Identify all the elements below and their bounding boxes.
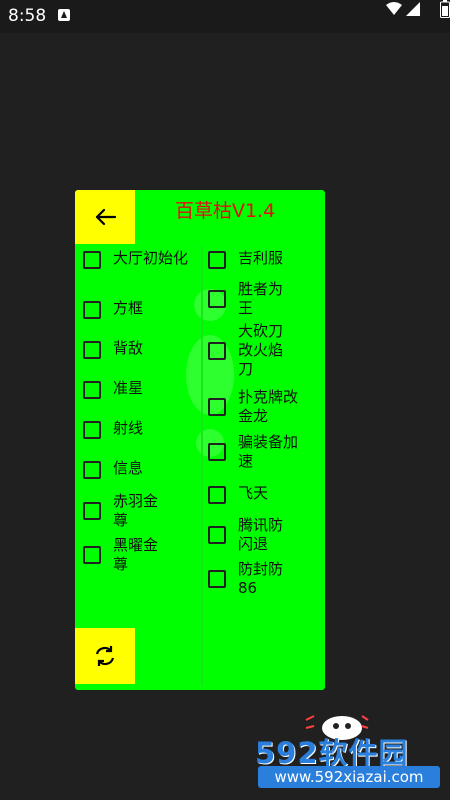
option-red-feather[interactable]: 赤羽金尊 — [83, 492, 165, 530]
checkbox[interactable] — [83, 421, 101, 439]
option-label: 腾讯防闪退 — [238, 516, 284, 553]
checkbox[interactable] — [208, 290, 226, 308]
option-crosshair[interactable]: 准星 — [83, 379, 201, 399]
status-bar: 8:58 — [0, 0, 450, 33]
checkbox[interactable] — [208, 342, 226, 360]
refresh-button[interactable] — [75, 628, 135, 684]
option-label: 胜者为王 — [238, 280, 284, 317]
option-lobby-init[interactable]: 大厅初始化 — [83, 249, 209, 269]
arrow-left-icon — [95, 208, 116, 226]
option-anti-crash[interactable]: 腾讯防闪退 — [208, 516, 290, 554]
option-label: 射线 — [113, 419, 144, 437]
battery-icon — [440, 0, 450, 18]
option-label: 方框 — [113, 299, 144, 317]
option-ghillie-suit[interactable]: 吉利服 — [208, 249, 300, 269]
app-notification-icon — [58, 9, 70, 21]
option-back-enemy[interactable]: 背敌 — [83, 339, 201, 359]
option-label: 防封防86 — [238, 560, 284, 597]
checkbox[interactable] — [83, 381, 101, 399]
refresh-icon — [95, 646, 115, 666]
checkbox[interactable] — [83, 341, 101, 359]
panel-title: 百草枯V1.4 — [175, 200, 276, 222]
signal-icon — [406, 2, 420, 16]
option-anti-ban[interactable]: 防封防86 — [208, 560, 290, 598]
status-time: 8:58 — [8, 6, 47, 26]
checkbox[interactable] — [83, 502, 101, 520]
option-label: 信息 — [113, 459, 144, 477]
checkbox[interactable] — [208, 526, 226, 544]
checkbox[interactable] — [208, 486, 226, 504]
checkbox[interactable] — [208, 570, 226, 588]
back-button[interactable] — [75, 190, 135, 244]
option-info[interactable]: 信息 — [83, 459, 201, 479]
option-label: 吉利服 — [238, 249, 284, 267]
checkbox[interactable] — [208, 251, 226, 269]
option-poker[interactable]: 扑克牌改金龙 — [208, 388, 300, 426]
option-loot-speed[interactable]: 骗装备加速 — [208, 433, 300, 471]
option-fly[interactable]: 飞天 — [208, 484, 300, 504]
option-ray[interactable]: 射线 — [83, 419, 201, 439]
option-label: 扑克牌改金龙 — [238, 388, 299, 425]
option-box-esp[interactable]: 方框 — [83, 299, 201, 319]
checkbox[interactable] — [83, 251, 101, 269]
option-machete[interactable]: 大砍刀改火焰刀 — [208, 322, 290, 379]
option-label: 大砍刀改火焰刀 — [238, 322, 284, 378]
option-label: 准星 — [113, 379, 144, 397]
option-label: 飞天 — [238, 484, 269, 502]
option-label: 大厅初始化 — [113, 249, 189, 267]
checkbox[interactable] — [208, 398, 226, 416]
brand-url: www.592xiazai.com — [258, 766, 440, 788]
option-label: 赤羽金尊 — [113, 492, 159, 529]
wifi-icon — [386, 2, 402, 15]
cheat-menu-panel: 百草枯V1.4 大厅初始化 方框 背敌 准星 射线 信息 赤羽金尊 黑曜金尊 吉… — [75, 190, 325, 690]
checkbox[interactable] — [208, 443, 226, 461]
option-obsidian[interactable]: 黑曜金尊 — [83, 536, 165, 574]
option-label: 背敌 — [113, 339, 144, 357]
option-label: 黑曜金尊 — [113, 536, 159, 573]
option-label: 骗装备加速 — [238, 433, 299, 470]
column-divider — [201, 246, 203, 686]
checkbox[interactable] — [83, 461, 101, 479]
checkbox[interactable] — [83, 546, 101, 564]
option-winner[interactable]: 胜者为王 — [208, 280, 290, 318]
checkbox[interactable] — [83, 301, 101, 319]
